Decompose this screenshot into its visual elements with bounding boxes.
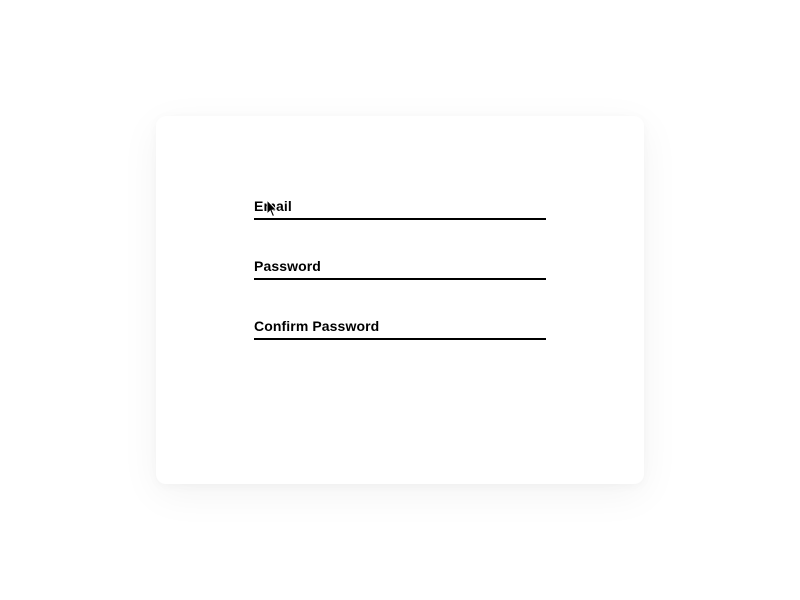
viewport: Email Password Confirm Password [0, 0, 800, 600]
email-input[interactable] [254, 192, 546, 218]
password-field-wrapper: Password [254, 252, 546, 280]
password-input[interactable] [254, 252, 546, 278]
confirm-password-input[interactable] [254, 312, 546, 338]
signup-card: Email Password Confirm Password [156, 116, 644, 484]
confirm-password-field-wrapper: Confirm Password [254, 312, 546, 340]
email-field-wrapper: Email [254, 192, 546, 220]
